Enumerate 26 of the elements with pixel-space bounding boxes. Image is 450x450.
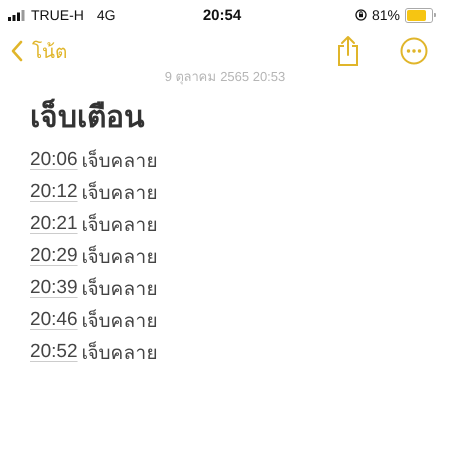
note-date: 9 ตุลาคม 2565 20:53: [164, 68, 286, 86]
time-link[interactable]: 20:52: [30, 341, 78, 363]
signal-icon: [8, 10, 26, 20]
more-icon[interactable]: [400, 37, 428, 65]
carrier-name: TRUE-H: [31, 7, 84, 23]
note-text: เจ็บคลาย: [82, 180, 158, 206]
clock-time: 20:54: [202, 6, 242, 24]
time-link[interactable]: 20:12: [30, 181, 78, 203]
note-text: เจ็บคลาย: [82, 212, 158, 238]
time-link[interactable]: 20:06: [30, 149, 78, 171]
time-link[interactable]: 20:21: [30, 213, 78, 235]
rotation-lock-icon: [354, 9, 367, 21]
note-text: เจ็บคลาย: [82, 276, 158, 302]
note-text: เจ็บคลาย: [82, 308, 158, 334]
time-link[interactable]: 20:29: [30, 245, 78, 267]
time-link[interactable]: 20:46: [30, 309, 78, 331]
battery-icon: [405, 8, 436, 22]
note-text: เจ็บคลาย: [82, 340, 158, 366]
chevron-icon: [10, 40, 24, 62]
note-text: เจ็บคลาย: [82, 148, 158, 174]
share-icon[interactable]: [336, 35, 360, 67]
battery-percent: 81%: [372, 7, 400, 23]
note-title: เจ็บเตือน: [30, 93, 450, 140]
time-link[interactable]: 20:39: [30, 277, 78, 299]
note-text: เจ็บคลาย: [82, 244, 158, 270]
network-type: 4G: [96, 7, 116, 23]
